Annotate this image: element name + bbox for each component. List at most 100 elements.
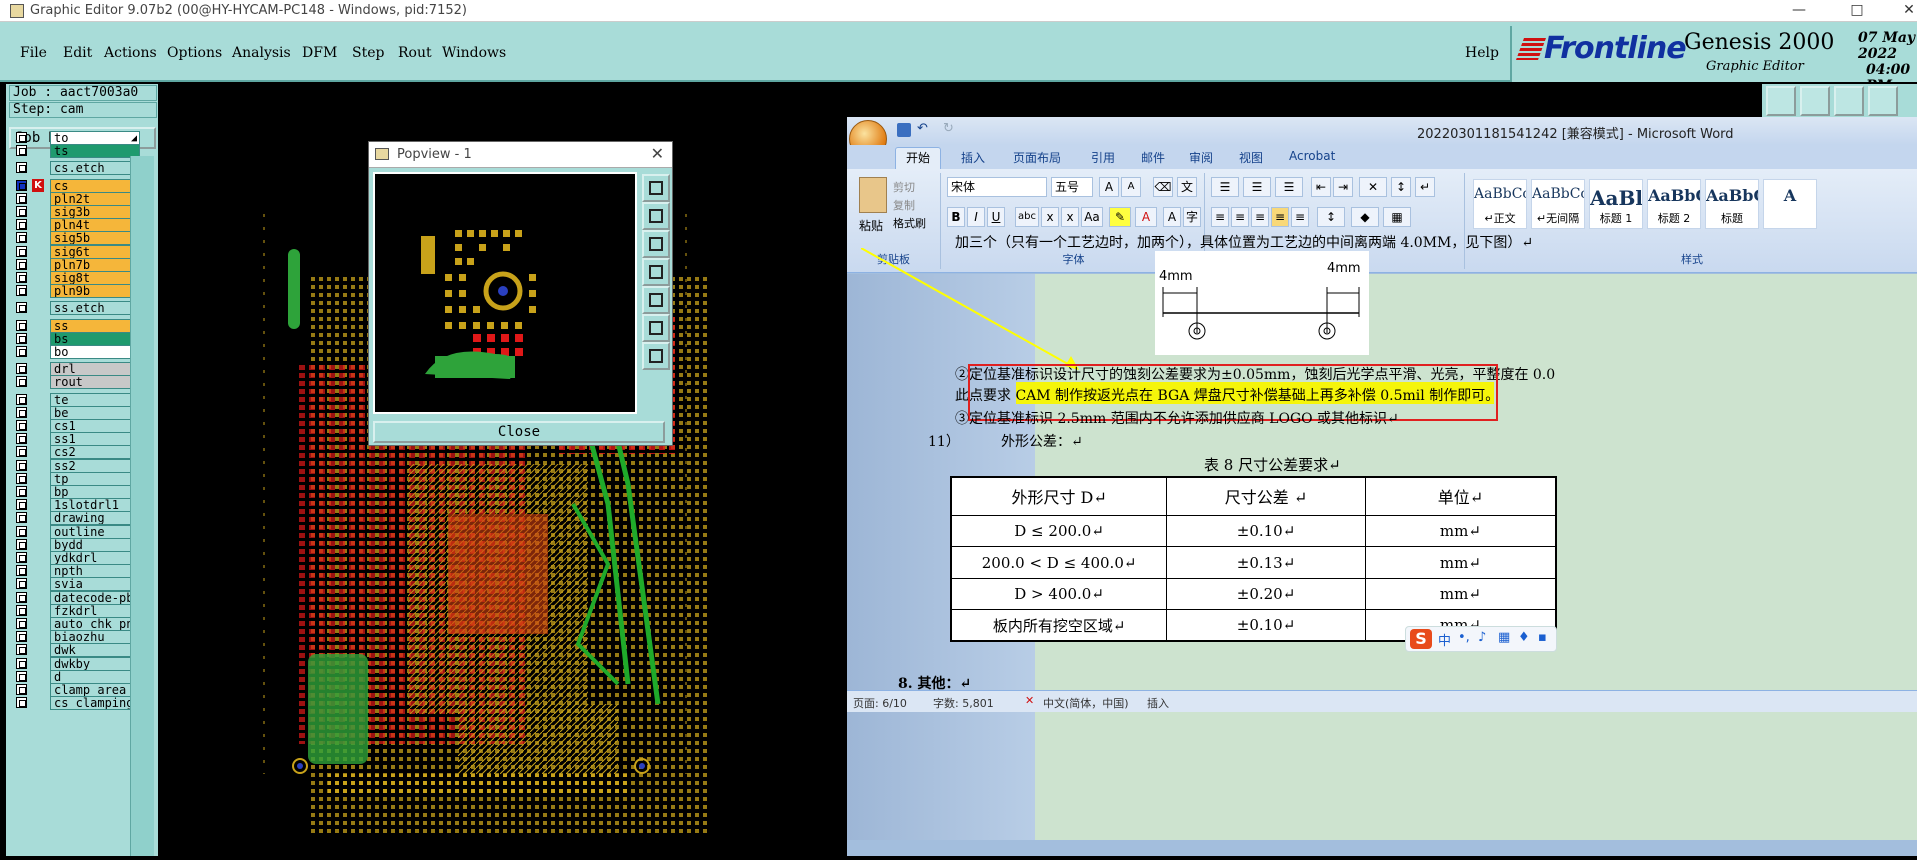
layer-name[interactable]: drl: [50, 362, 140, 377]
tab-home[interactable]: 开始: [895, 147, 941, 169]
layer-checkbox[interactable]: [16, 245, 27, 257]
layer-name[interactable]: clamp_area: [50, 683, 140, 697]
layer-checkbox[interactable]: [16, 258, 27, 270]
style-item[interactable]: AaBbCcDc ↵无间隔: [1531, 179, 1585, 229]
table-cell[interactable]: D > 400.0↵: [950, 577, 1168, 611]
layer-row[interactable]: clamp_area: [12, 683, 140, 697]
layer-checkbox[interactable]: [16, 145, 27, 157]
layer-name[interactable]: pln2t: [50, 191, 140, 206]
layer-name[interactable]: dwk: [50, 643, 140, 658]
layer-row[interactable]: sig3b: [12, 205, 140, 219]
tab-references[interactable]: 引用: [1091, 149, 1115, 166]
layer-name[interactable]: fzkdrl: [50, 603, 140, 618]
popview-close-button[interactable]: Close: [373, 421, 665, 443]
layer-name[interactable]: pln9b: [50, 284, 140, 299]
layer-row[interactable]: cs1: [12, 419, 140, 433]
layer-name[interactable]: dwkby: [50, 656, 140, 671]
tool-3-icon[interactable]: [1834, 86, 1864, 116]
table-cell[interactable]: 200.0 < D ≤ 400.0↵: [950, 546, 1168, 579]
layer-row[interactable]: to ◢: [12, 131, 140, 145]
layer-row[interactable]: outline: [12, 524, 140, 539]
layer-row[interactable]: pln2t: [12, 191, 140, 206]
layer-name[interactable]: outline: [50, 524, 140, 539]
close-icon[interactable]: ✕: [1886, 0, 1917, 22]
layer-name[interactable]: ss1: [50, 432, 140, 447]
justify-icon[interactable]: ≡: [1271, 207, 1289, 227]
redo-icon[interactable]: ↻: [943, 121, 954, 136]
layer-row[interactable]: ss◢: [12, 318, 140, 333]
layer-checkbox[interactable]: [16, 302, 27, 314]
layer-checkbox[interactable]: [16, 285, 27, 297]
layer-row[interactable]: datecode-pbe: [12, 590, 140, 605]
layer-name[interactable]: bo◢: [50, 345, 140, 359]
layer-row[interactable]: drawing: [12, 511, 140, 526]
layer-name[interactable]: sig5b: [50, 231, 140, 246]
menu-rout[interactable]: Rout: [398, 45, 432, 61]
layer-row[interactable]: drl: [12, 362, 140, 377]
layer-checkbox[interactable]: [16, 472, 27, 484]
layer-checkbox[interactable]: [16, 552, 27, 563]
layer-checkbox[interactable]: [16, 332, 27, 344]
layer-name[interactable]: ss◢: [50, 318, 140, 333]
layer-row[interactable]: Kcs◢: [12, 178, 140, 193]
layer-checkbox[interactable]: [16, 232, 27, 244]
layer-name[interactable]: cs2: [50, 445, 140, 460]
layer-row[interactable]: dwk: [12, 643, 140, 658]
table-cell[interactable]: 板内所有挖空区域↵: [950, 609, 1168, 642]
layer-checkbox[interactable]: [16, 420, 27, 431]
layer-checkbox[interactable]: [16, 697, 27, 709]
layer-checkbox[interactable]: [16, 459, 27, 471]
layer-name[interactable]: datecode-pbe: [50, 590, 140, 605]
shading-icon[interactable]: ◆: [1351, 207, 1379, 227]
phonetic-icon[interactable]: 文: [1177, 177, 1197, 197]
ime-toolbar[interactable]: S 中 •, ♪ ▦ ♦ ▪: [1405, 626, 1557, 652]
table-cell[interactable]: mm↵: [1364, 546, 1557, 579]
layer-checkbox[interactable]: [16, 406, 27, 418]
layer-name[interactable]: pln4t: [50, 218, 140, 233]
layer-row[interactable]: bp: [12, 485, 140, 499]
tool-4-icon[interactable]: [1868, 86, 1898, 116]
menu-options[interactable]: Options: [167, 45, 222, 61]
copy-button[interactable]: 复制: [893, 197, 915, 213]
table-cell[interactable]: 外形尺寸 D↵: [950, 476, 1168, 516]
undo-icon[interactable]: ↶: [917, 121, 928, 136]
layer-row[interactable]: fzkdrl: [12, 603, 140, 618]
bullets-icon[interactable]: ☰: [1211, 177, 1239, 197]
tool-2-icon[interactable]: [1800, 86, 1830, 116]
layer-row[interactable]: auto_chk_pn_: [12, 617, 140, 631]
layer-name[interactable]: drawing: [50, 511, 140, 526]
strike-icon[interactable]: abc: [1015, 207, 1039, 227]
layer-row[interactable]: rout: [12, 375, 140, 390]
shrink-font-icon[interactable]: A: [1121, 177, 1141, 197]
proofing-icon[interactable]: ✕: [1025, 694, 1034, 707]
layer-name[interactable]: be: [50, 405, 140, 420]
layer-name[interactable]: ss2: [50, 458, 140, 473]
layer-name[interactable]: pln7b: [50, 257, 140, 272]
show-marks-icon[interactable]: ↵: [1415, 177, 1435, 197]
layer-checkbox[interactable]: [16, 565, 27, 577]
layer-checkbox[interactable]: [16, 162, 27, 174]
increase-indent-icon[interactable]: ⇥: [1333, 177, 1353, 197]
char-shading-icon[interactable]: A: [1163, 207, 1181, 227]
font-name-select[interactable]: 宋体: [947, 177, 1047, 197]
pv-fit-icon[interactable]: [642, 174, 670, 202]
font-color-icon[interactable]: A: [1135, 207, 1157, 227]
align-center-icon[interactable]: ≡: [1231, 207, 1249, 227]
layer-checkbox[interactable]: [16, 192, 27, 204]
table-cell[interactable]: 单位↵: [1364, 476, 1557, 516]
tab-review[interactable]: 审阅: [1189, 149, 1213, 166]
font-size-select[interactable]: 五号: [1051, 177, 1093, 197]
layer-checkbox[interactable]: [16, 376, 27, 388]
layer-name[interactable]: biaozhu: [50, 630, 140, 645]
popview-canvas[interactable]: [373, 172, 637, 414]
sort-icon[interactable]: ↕: [1391, 177, 1411, 197]
layer-checkbox[interactable]: [16, 618, 27, 629]
layer-row[interactable]: bs: [12, 331, 140, 346]
layer-checkbox[interactable]: [16, 591, 27, 603]
menu-actions[interactable]: Actions: [104, 45, 157, 61]
layer-name[interactable]: sig3b: [50, 205, 140, 219]
layer-name[interactable]: bs: [50, 331, 140, 346]
layer-checkbox[interactable]: [16, 631, 27, 643]
layer-row[interactable]: dwkby: [12, 656, 140, 671]
layer-name[interactable]: cs1: [50, 419, 140, 433]
